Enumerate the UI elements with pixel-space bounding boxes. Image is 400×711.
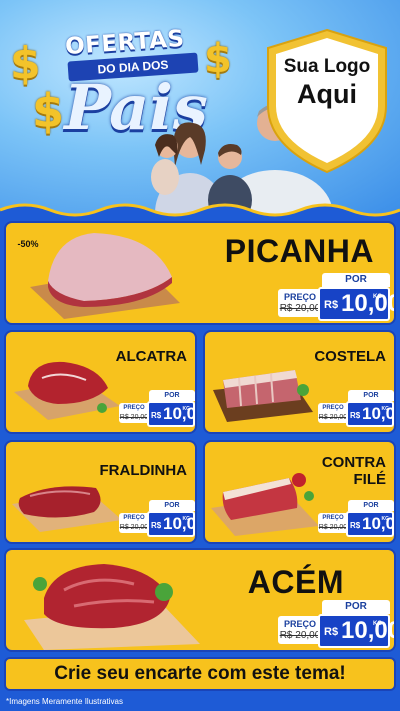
price-tag: POR PREÇO R$ 20,00 R$ 10,00 KG [278, 600, 394, 650]
price-value: 10,00 [341, 290, 396, 317]
currency-label: R$ [324, 299, 339, 311]
product-card-fraldinha[interactable]: FRALDINHA POR PREÇO R$ 20,00 R$ 10,00 KG [4, 440, 197, 544]
product-name: COSTELA [314, 348, 386, 365]
currency-label: R$ [350, 521, 361, 530]
old-price-block: PREÇO R$ 20,00 [278, 289, 322, 317]
unit-label: KG [373, 294, 382, 300]
unit-label: KG [381, 516, 390, 522]
price-value: 10,00 [362, 404, 396, 423]
logo-placeholder: Sua Logo Aqui [262, 56, 392, 110]
old-price-block: PREÇO R$ 20,00 [318, 513, 348, 533]
product-name-line1: CONTRA [321, 454, 386, 471]
preco-label: PREÇO [322, 405, 344, 411]
price-value: 10,00 [163, 404, 197, 423]
product-name: PICANHA [224, 233, 374, 269]
por-label: POR [149, 500, 195, 511]
preco-label: PREÇO [123, 405, 145, 411]
old-price: R$ 20,00 [119, 524, 149, 531]
old-price-block: PREÇO R$ 20,00 [278, 616, 322, 644]
new-price-box: R$ 10,00 KG [147, 401, 195, 427]
logo-line2: Aqui [297, 79, 357, 109]
product-card-alcatra[interactable]: ALCATRA POR PREÇO R$ 20,00 R$ 10,00 KG [4, 330, 197, 434]
picanha-image [30, 233, 180, 319]
header-banner: $ $ $ OFERTAS DO DIA DOS Pais Sua Logo A… [0, 0, 400, 215]
old-price-block: PREÇO R$ 20,00 [119, 513, 149, 533]
price-tag: POR PREÇO R$ 20,00 R$ 10,00 KG [278, 273, 394, 323]
currency-label: R$ [151, 521, 162, 530]
dollar-sign-icon: $ [10, 38, 41, 89]
preco-label: PREÇO [123, 515, 145, 521]
acem-image [24, 564, 200, 650]
por-label: POR [149, 390, 195, 401]
unit-label: KG [373, 621, 382, 627]
preco-label: PREÇO [283, 292, 316, 302]
new-price-box: R$ 10,00 KG [147, 511, 195, 537]
product-name: FRALDINHA [99, 462, 188, 479]
new-price-box: R$ 10,00 KG [318, 287, 394, 321]
price-tag: POR PREÇO R$ 20,00 R$ 10,00 KG [119, 390, 195, 430]
product-card-acem[interactable]: ACÉM POR PREÇO R$ 20,00 R$ 10,00 KG [4, 548, 396, 652]
discount-badge: -50% [12, 235, 44, 253]
por-label: POR [348, 500, 394, 511]
por-label: POR [322, 273, 390, 287]
old-price-block: PREÇO R$ 20,00 [119, 403, 149, 423]
disclaimer-text: *Imagens Meramente Ilustrativas [6, 697, 123, 706]
price-tag: POR PREÇO R$ 20,00 R$ 10,00 KG [318, 500, 394, 540]
product-name: ALCATRA [115, 348, 187, 365]
price-value: 10,00 [362, 514, 396, 533]
logo-line1: Sua Logo [283, 56, 371, 77]
old-price: R$ 20,00 [318, 524, 348, 531]
product-name: ACÉM [247, 564, 344, 600]
currency-label: R$ [324, 626, 339, 638]
product-name-line2: FILÉ [353, 471, 387, 488]
currency-label: R$ [151, 411, 162, 420]
por-label: POR [348, 390, 394, 401]
preco-label: PREÇO [283, 619, 316, 629]
contra-file-image [211, 473, 319, 536]
new-price-box: R$ 10,00 KG [346, 511, 394, 537]
old-price-block: PREÇO R$ 20,00 [318, 403, 348, 423]
por-label: POR [322, 600, 390, 614]
old-price: R$ 20,00 [279, 303, 321, 314]
cta-banner[interactable]: Crie seu encarte com este tema! [4, 657, 396, 691]
unit-label: KG [182, 516, 191, 522]
new-price-box: R$ 10,00 KG [346, 401, 394, 427]
preco-label: PREÇO [322, 515, 344, 521]
old-price: R$ 20,00 [279, 630, 321, 641]
costela-image [213, 370, 313, 422]
price-value: 10,00 [163, 514, 197, 533]
price-tag: POR PREÇO R$ 20,00 R$ 10,00 KG [119, 500, 195, 540]
new-price-box: R$ 10,00 KG [318, 614, 394, 648]
product-card-picanha[interactable]: -50% PICANHA POR PREÇO R$ 20,00 R$ 10,00… [4, 221, 396, 325]
product-card-costela[interactable]: COSTELA POR PREÇO R$ 20,00 R$ 10,00 KG [203, 330, 396, 434]
product-card-contra-file[interactable]: CONTRA FILÉ POR PREÇO R$ 20,00 R$ 10,00 … [203, 440, 396, 544]
alcatra-image [14, 361, 120, 420]
product-name: CONTRA FILÉ [322, 454, 386, 488]
price-value: 10,00 [341, 617, 396, 644]
unit-label: KG [381, 406, 390, 412]
price-tag: POR PREÇO R$ 20,00 R$ 10,00 KG [318, 390, 394, 430]
unit-label: KG [182, 406, 191, 412]
old-price: R$ 20,00 [119, 414, 149, 421]
currency-label: R$ [350, 411, 361, 420]
old-price: R$ 20,00 [318, 414, 348, 421]
